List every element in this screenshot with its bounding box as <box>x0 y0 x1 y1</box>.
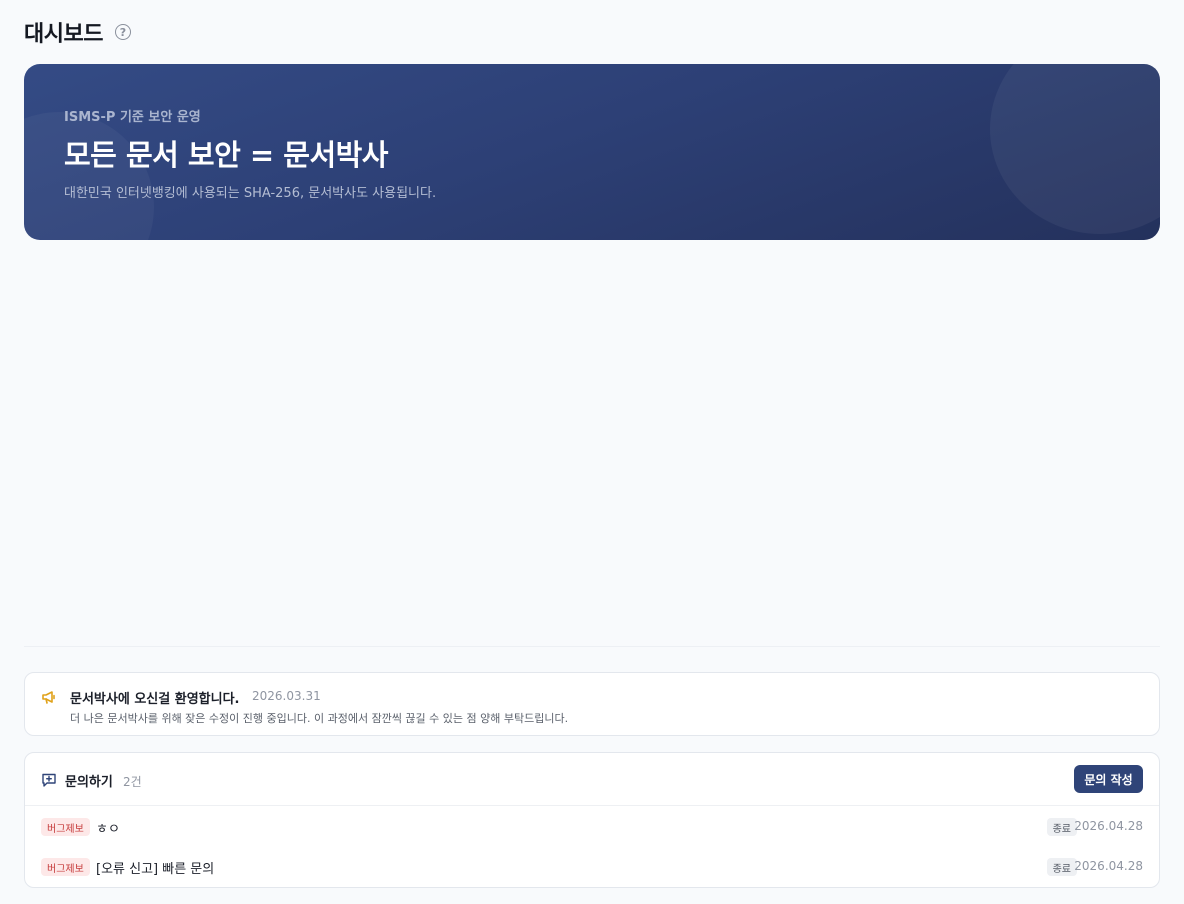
inquiry-card: 문의하기 2건 문의 작성 버그제보 ㅎㅇ 종료 2026.04.28 버그제보… <box>24 752 1160 888</box>
hero-kicker: ISMS-P 기준 보안 운영 <box>64 110 201 125</box>
status-badge: 종료 <box>1046 858 1077 876</box>
inquiry-count: 2건 <box>123 775 142 789</box>
status-badge: 종료 <box>1046 818 1077 836</box>
question-circle-icon[interactable]: ? <box>114 24 131 40</box>
notice-body: 더 나은 문서박사를 위해 잦은 수정이 진행 중입니다. 이 과정에서 잠깐씩… <box>70 712 569 725</box>
message-plus-icon <box>41 772 57 792</box>
hero-decoration-circle <box>990 64 1160 234</box>
notice-date: 2026.03.31 <box>252 689 321 703</box>
inquiry-row-title[interactable]: [오류 신고] 빠른 문의 <box>96 858 214 877</box>
inquiry-title: 문의하기 <box>65 775 113 790</box>
divider <box>24 646 1160 647</box>
inquiry-row[interactable]: 버그제보 ㅎㅇ 종료 2026.04.28 <box>25 813 1159 843</box>
megaphone-icon <box>41 689 57 709</box>
inquiry-row-date: 2026.04.28 <box>1074 819 1143 833</box>
inquiry-row[interactable]: 버그제보 [오류 신고] 빠른 문의 종료 2026.04.28 <box>25 853 1159 883</box>
category-badge: 버그제보 <box>41 858 90 876</box>
write-inquiry-button[interactable]: 문의 작성 <box>1074 765 1143 793</box>
hero-description: 대한민국 인터넷뱅킹에 사용되는 SHA-256, 문서박사도 사용됩니다. <box>64 186 437 201</box>
notice-card[interactable]: 문서박사에 오신걸 환영합니다. 2026.03.31 더 나은 문서박사를 위… <box>24 672 1160 736</box>
page-header: 대시보드 ? <box>24 16 131 48</box>
inquiry-row-title[interactable]: ㅎㅇ <box>96 818 120 837</box>
category-badge: 버그제보 <box>41 818 90 836</box>
notice-title: 문서박사에 오신걸 환영합니다. <box>70 692 240 707</box>
hero-title: 모든 문서 보안 = 문서박사 <box>64 138 388 172</box>
divider <box>25 805 1159 806</box>
inquiry-row-date: 2026.04.28 <box>1074 859 1143 873</box>
page-title: 대시보드 <box>24 22 103 47</box>
hero-banner: ISMS-P 기준 보안 운영 모든 문서 보안 = 문서박사 대한민국 인터넷… <box>24 64 1160 240</box>
